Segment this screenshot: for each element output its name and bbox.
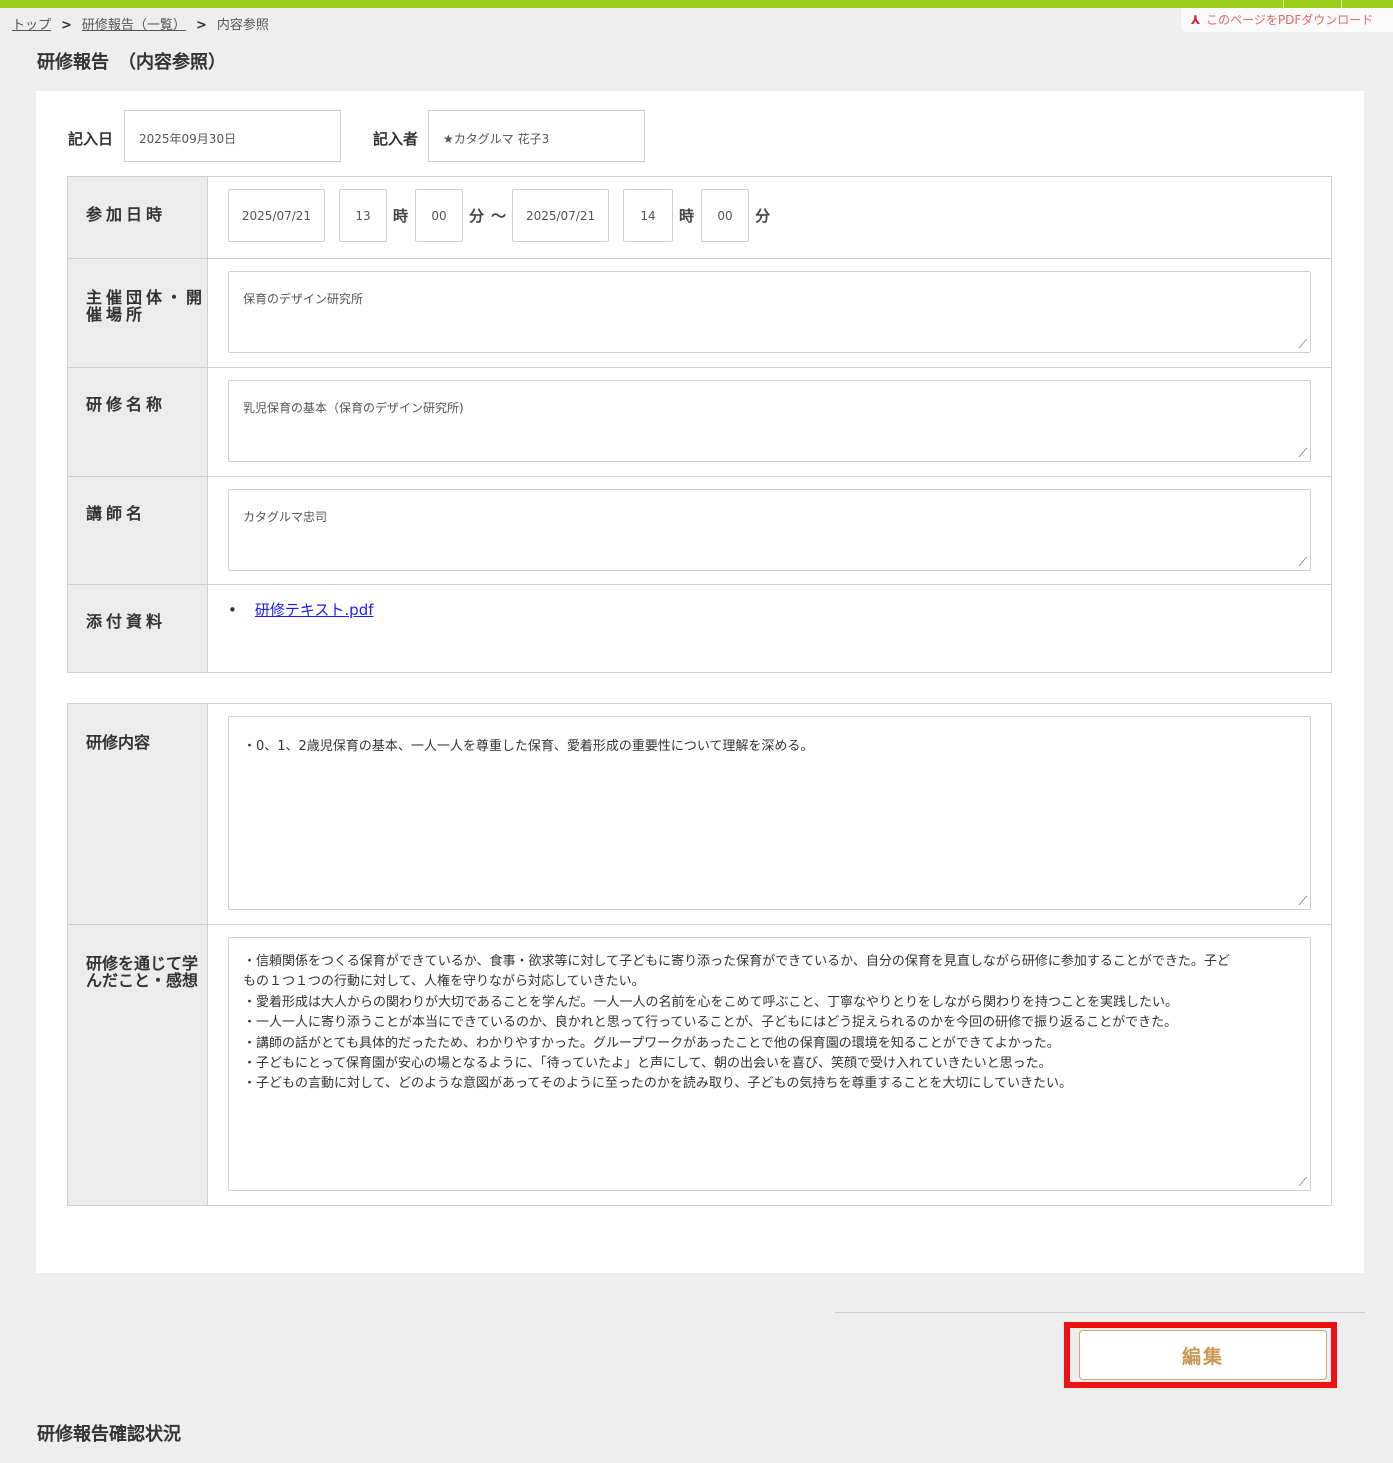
learnings-row: 研修を通じて学んだこと・感想 ・信頼関係をつくる保育ができているか、食事・欲求等… <box>67 924 1332 1206</box>
organizer-label: 主催団体・開催場所 <box>67 258 208 368</box>
training-name-cell: 乳児保育の基本（保育のデザイン研究所) ⟋ <box>207 367 1332 477</box>
start-date-field[interactable]: 2025/07/21 <box>228 189 325 242</box>
lecturer-value: カタグルマ忠司 <box>243 510 328 524</box>
breadcrumb-separator: > <box>195 18 207 33</box>
training-name-label: 研修名称 <box>67 367 208 477</box>
attendance-cell: 2025/07/21 13 時 00 分 〜 2025/07/21 14 時 0… <box>207 176 1332 259</box>
training-name-textarea[interactable]: 乳児保育の基本（保育のデザイン研究所) ⟋ <box>228 380 1311 462</box>
breadcrumb: トップ > 研修報告（一覧） > 内容参照 <box>12 14 269 33</box>
resize-grip-icon[interactable]: ⟋ <box>1299 447 1307 459</box>
content-cell: ・0、1、2歳児保育の基本、一人一人を尊重した保育、愛着形成の重要性について理解… <box>207 703 1332 925</box>
attachments-cell: • 研修テキスト.pdf <box>207 584 1332 673</box>
minute-unit-label: 分 <box>469 207 485 225</box>
entry-date-label: 記入日 <box>68 130 114 148</box>
resize-grip-icon[interactable]: ⟋ <box>1299 895 1307 907</box>
learnings-line: ・講師の話がとても具体的だったため、わかりやすかった。グループワークがあったこと… <box>243 1035 1060 1051</box>
report-card: 記入日 2025年09月30日 記入者 ★カタグルマ 花子3 参加日時 2025… <box>36 91 1364 1273</box>
attachments-label: 添付資料 <box>67 584 208 673</box>
lecturer-label: 講師名 <box>67 476 208 585</box>
top-accent-bar <box>0 0 1393 8</box>
content-label: 研修内容 <box>67 703 208 925</box>
confirmation-section-title: 研修報告確認状況 <box>37 1424 181 1445</box>
lecturer-textarea[interactable]: カタグルマ忠司 ⟋ <box>228 489 1311 571</box>
section-divider <box>835 1312 1365 1313</box>
learnings-line: ・子どもの言動に対して、どのような意図があってそのように至ったのかを読み取り、子… <box>243 1076 1073 1092</box>
hour-unit-label: 時 <box>393 207 409 225</box>
learnings-line: ・子どもにとって保育園が安心の場となるように、「待っていたよ」と声にして、朝の出… <box>243 1056 1052 1072</box>
author-label: 記入者 <box>373 130 419 148</box>
training-info-table: 参加日時 2025/07/21 13 時 00 分 〜 2025/07/21 1… <box>67 176 1332 673</box>
end-minute-field[interactable]: 00 <box>701 189 750 242</box>
learnings-textarea[interactable]: ・信頼関係をつくる保育ができているか、食事・欲求等に対して子どもに寄り添った保育… <box>228 937 1311 1191</box>
report-body-table: 研修内容 ・0、1、2歳児保育の基本、一人一人を尊重した保育、愛着形成の重要性に… <box>67 703 1332 1206</box>
resize-grip-icon[interactable]: ⟋ <box>1299 1176 1307 1188</box>
learnings-line: ・信頼関係をつくる保育ができているか、食事・欲求等に対して子どもに寄り添った保育… <box>243 954 1230 969</box>
edit-button[interactable]: 編集 <box>1079 1330 1327 1380</box>
organizer-value: 保育のデザイン研究所 <box>243 292 364 306</box>
resize-grip-icon[interactable]: ⟋ <box>1299 556 1307 568</box>
training-name-row: 研修名称 乳児保育の基本（保育のデザイン研究所) ⟋ <box>67 367 1332 477</box>
content-textarea[interactable]: ・0、1、2歳児保育の基本、一人一人を尊重した保育、愛着形成の重要性について理解… <box>228 716 1311 910</box>
range-separator: 〜 <box>491 207 507 225</box>
lecturer-row: 講師名 カタグルマ忠司 ⟋ <box>67 476 1332 585</box>
top-bar-divider <box>1341 0 1342 8</box>
attendance-row: 参加日時 2025/07/21 13 時 00 分 〜 2025/07/21 1… <box>67 176 1332 259</box>
breadcrumb-separator: > <box>61 18 72 33</box>
organizer-cell: 保育のデザイン研究所 ⟋ <box>207 258 1332 368</box>
start-minute-field[interactable]: 00 <box>415 189 464 242</box>
lecturer-cell: カタグルマ忠司 ⟋ <box>207 476 1332 585</box>
pdf-download-link[interactable]: ⅄ このページをPDFダウンロード <box>1181 8 1393 32</box>
end-date-field[interactable]: 2025/07/21 <box>512 189 610 242</box>
resize-grip-icon[interactable]: ⟋ <box>1299 338 1307 350</box>
learnings-cell: ・信頼関係をつくる保育ができているか、食事・欲求等に対して子どもに寄り添った保育… <box>207 924 1332 1206</box>
entry-date-field[interactable]: 2025年09月30日 <box>124 110 341 162</box>
attachments-row: 添付資料 • 研修テキスト.pdf <box>67 584 1332 673</box>
learnings-line: ・一人一人に寄り添うことが本当にできているのか、良かれと思って行っていることが、… <box>243 1015 1178 1031</box>
hour-unit-label: 時 <box>679 207 695 225</box>
top-bar-divider <box>1283 0 1284 8</box>
organizer-textarea[interactable]: 保育のデザイン研究所 ⟋ <box>228 271 1311 353</box>
organizer-row: 主催団体・開催場所 保育のデザイン研究所 ⟋ <box>67 258 1332 368</box>
content-value: ・0、1、2歳児保育の基本、一人一人を尊重した保育、愛着形成の重要性について理解… <box>243 739 814 754</box>
page-title: 研修報告 （内容参照） <box>37 52 226 73</box>
attendance-label: 参加日時 <box>67 176 208 259</box>
start-hour-field[interactable]: 13 <box>339 189 387 242</box>
breadcrumb-top-link[interactable]: トップ <box>12 18 51 33</box>
breadcrumb-list-link[interactable]: 研修報告（一覧） <box>82 18 186 33</box>
learnings-label: 研修を通じて学んだこと・感想 <box>67 924 208 1206</box>
content-row: 研修内容 ・0、1、2歳児保育の基本、一人一人を尊重した保育、愛着形成の重要性に… <box>67 703 1332 925</box>
author-field[interactable]: ★カタグルマ 花子3 <box>428 110 645 162</box>
training-name-value: 乳児保育の基本（保育のデザイン研究所) <box>243 401 464 415</box>
list-bullet: • <box>228 601 237 619</box>
attachment-link[interactable]: 研修テキスト.pdf <box>255 601 374 619</box>
breadcrumb-current: 内容参照 <box>216 18 269 33</box>
learnings-line: もの１つ１つの行動に対して、人権を守りながら対応していきたい。 <box>243 974 645 990</box>
end-hour-field[interactable]: 14 <box>623 189 674 242</box>
learnings-line: ・愛着形成は大人からの関わりが大切であることを学んだ。一人一人の名前を心をこめて… <box>243 994 1178 1010</box>
minute-unit-label: 分 <box>755 207 771 225</box>
pdf-download-label: このページをPDFダウンロード <box>1206 13 1374 27</box>
pdf-icon: ⅄ <box>1191 13 1201 27</box>
